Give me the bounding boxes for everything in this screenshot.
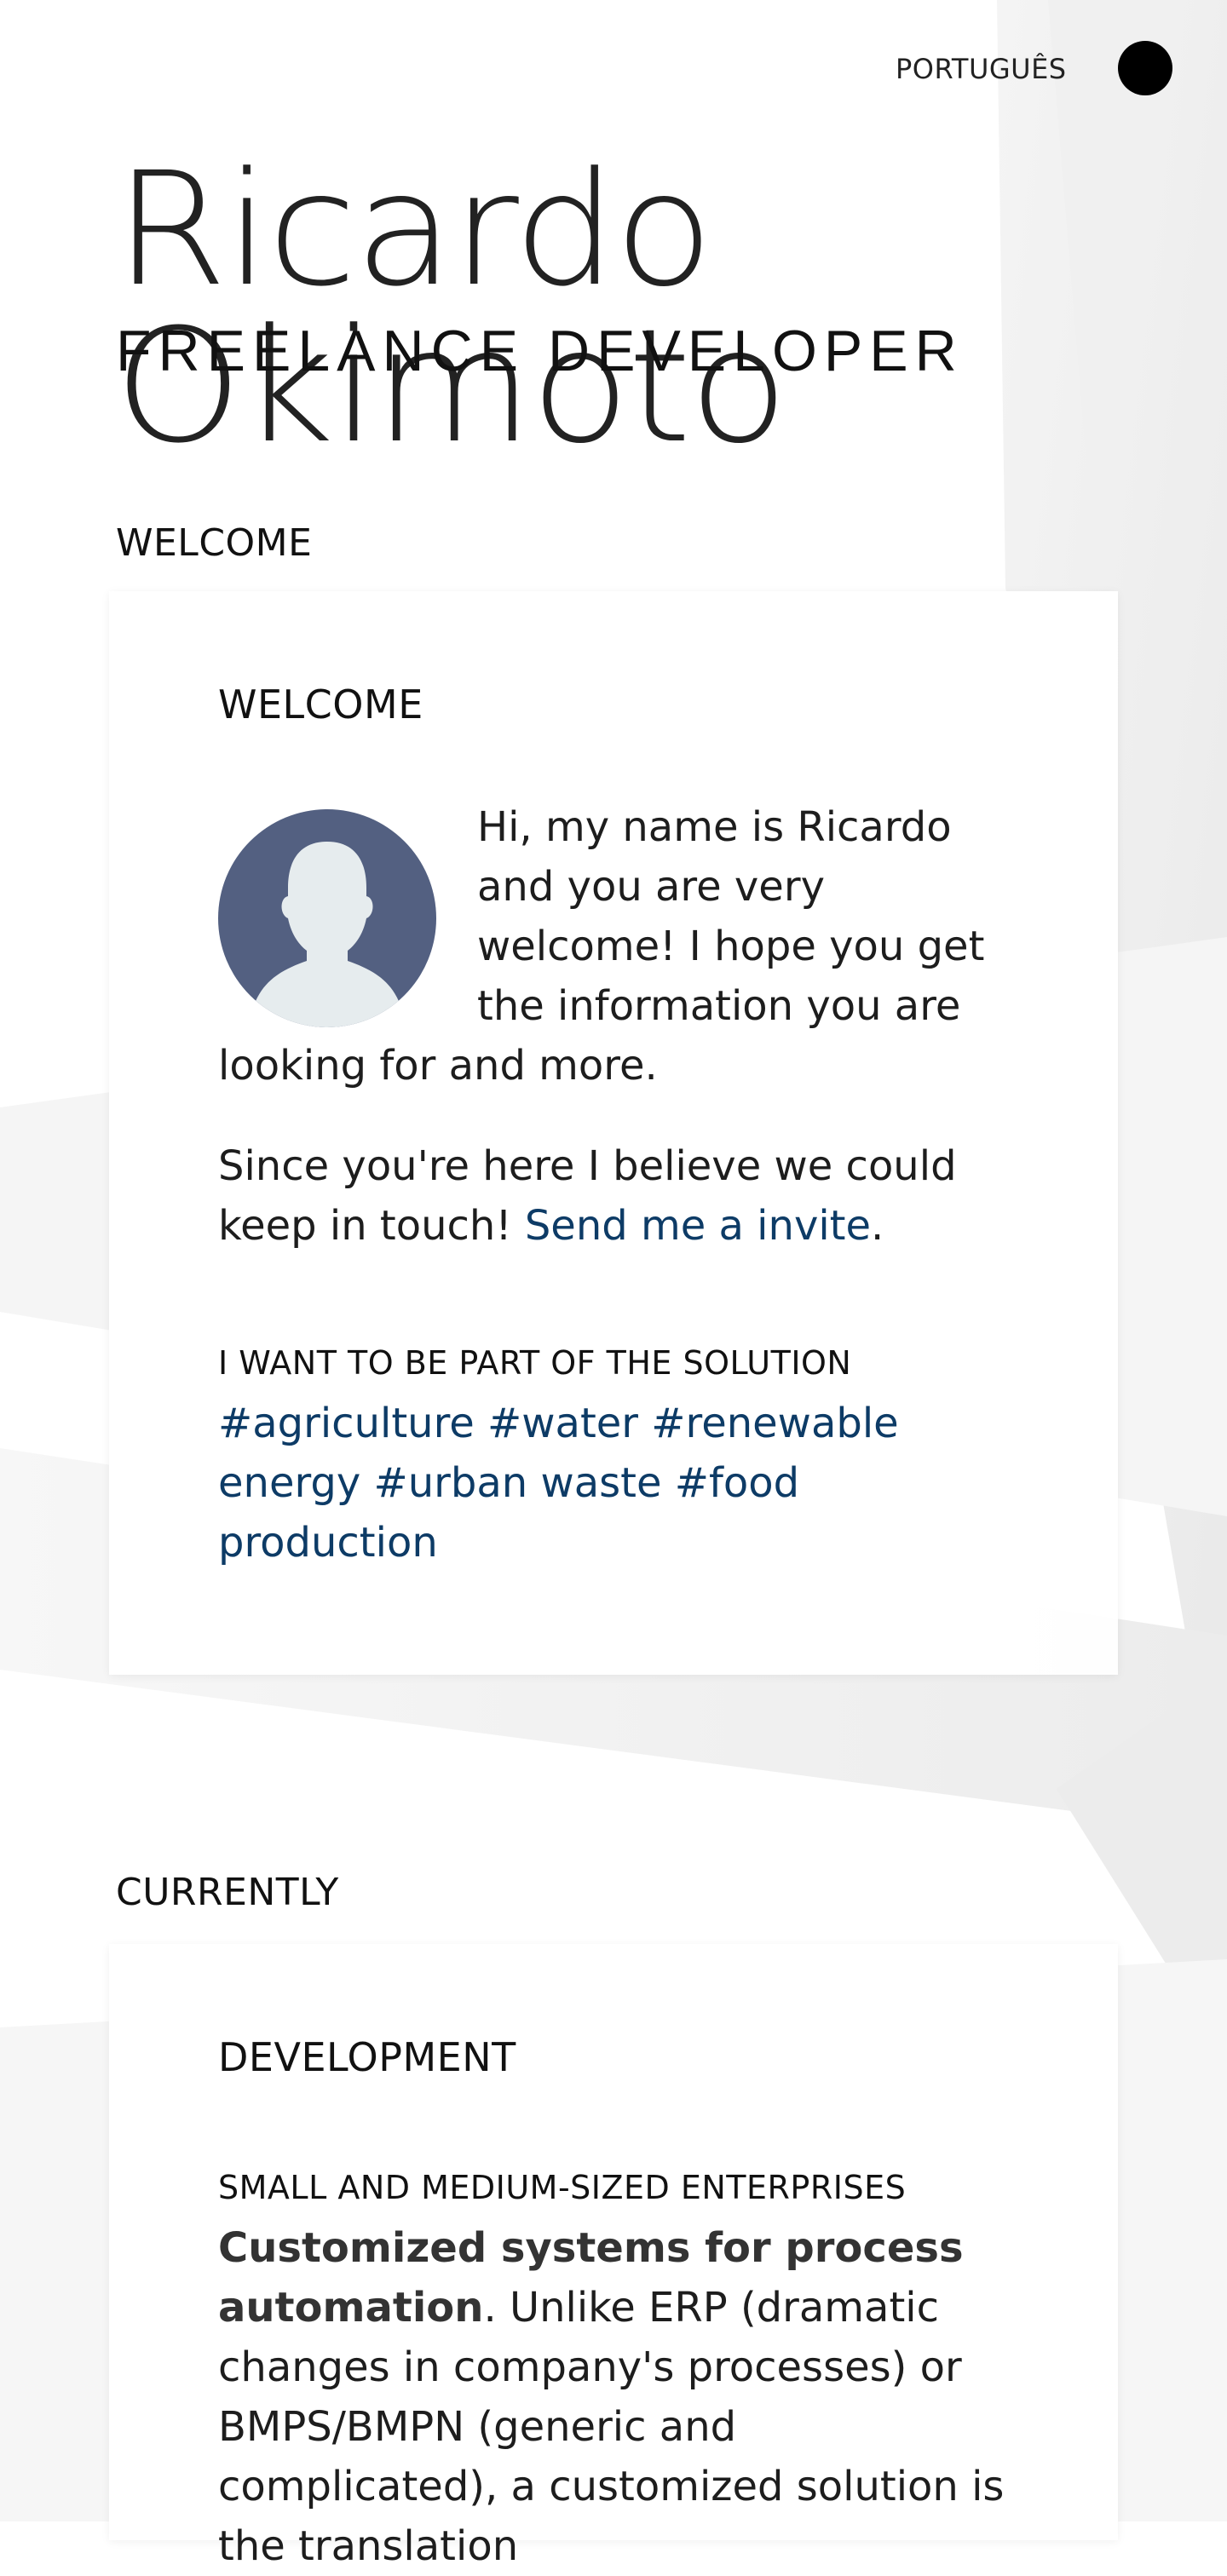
section-label-currently: CURRENTLY (116, 1871, 339, 1914)
development-card: DEVELOPMENT SMALL AND MEDIUM-SIZED ENTER… (109, 1944, 1118, 2570)
theme-toggle-button[interactable] (1118, 41, 1172, 95)
solution-heading: I WANT TO BE PART OF THE SOLUTION (218, 1344, 852, 1382)
hero-subtitle: FREELANCE DEVELOPER (116, 319, 964, 383)
user-silhouette-icon (249, 842, 406, 1027)
invite-paragraph: Since you're here I believe we could kee… (218, 1136, 1009, 1256)
development-card-title: DEVELOPMENT (218, 2034, 516, 2080)
hero-name: Ricardo Okimoto (114, 139, 788, 478)
tag-agriculture[interactable]: #agriculture (218, 1400, 475, 1447)
development-subheading: SMALL AND MEDIUM-SIZED ENTERPRISES (218, 2169, 907, 2206)
tag-water[interactable]: #water (487, 1400, 638, 1447)
send-invite-link[interactable]: Send me a invite (525, 1202, 871, 1250)
development-description: Customized systems for process automatio… (218, 2218, 1009, 2576)
language-switch-link[interactable]: PORTUGUÊS (896, 53, 1067, 85)
welcome-card: WELCOME Hi, my name is Ricardo and you a… (109, 591, 1118, 1675)
welcome-card-title: WELCOME (218, 681, 423, 727)
tag-urban-waste[interactable]: #urban waste (374, 1459, 662, 1507)
solution-tags: #agriculture #water #renewable energy #u… (218, 1394, 1009, 1573)
section-label-welcome: WELCOME (116, 521, 313, 565)
invite-end: . (871, 1202, 884, 1250)
avatar (218, 809, 436, 1027)
